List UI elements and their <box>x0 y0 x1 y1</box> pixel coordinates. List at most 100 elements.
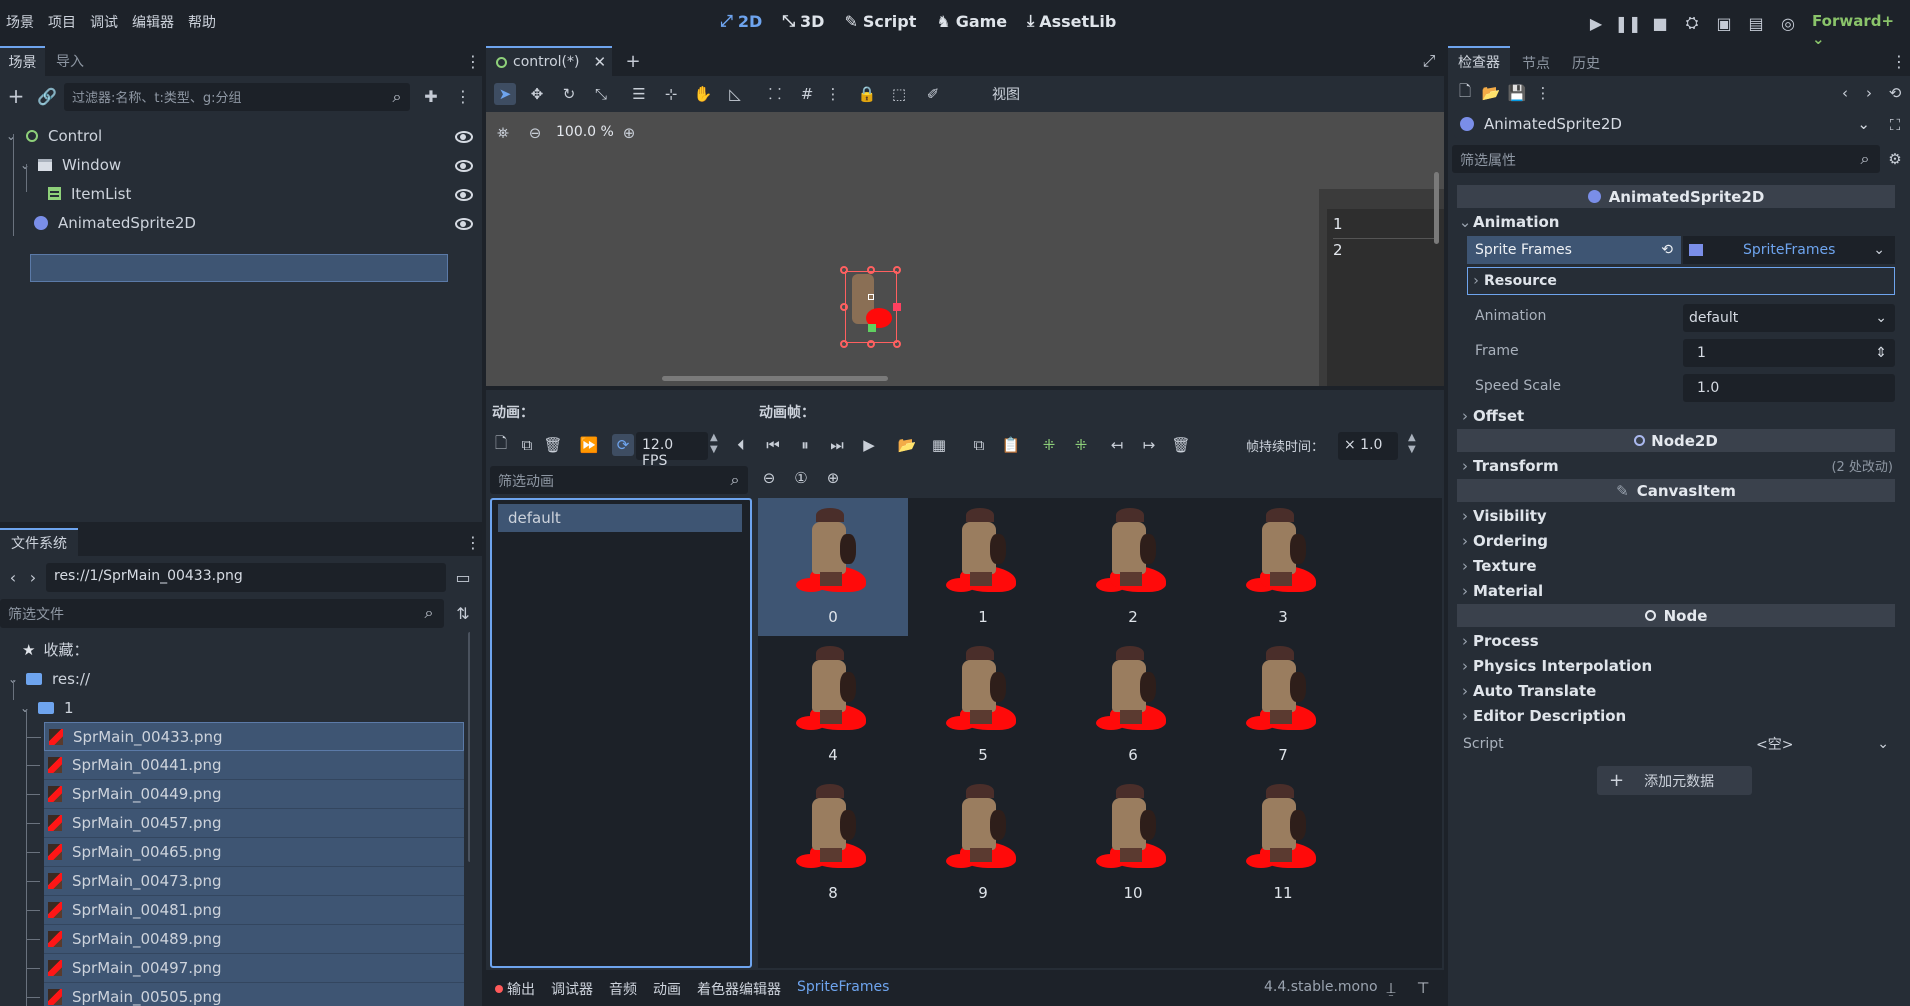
play-custom-icon[interactable]: ▤ <box>1745 12 1767 34</box>
pivot-tool-icon[interactable]: ⊹ <box>660 83 682 105</box>
chevron-down-icon[interactable]: ⌄ <box>20 158 34 172</box>
move-left-icon[interactable]: ↤ <box>1106 434 1128 456</box>
bottom-tab[interactable]: SpriteFrames <box>797 979 889 999</box>
tab-import[interactable]: 导入 <box>56 46 84 76</box>
split-mode-icon[interactable]: ▭ <box>450 564 476 590</box>
file-item[interactable]: SprMain_00457.png <box>26 809 464 838</box>
property-filter-input[interactable]: 筛选属性 <box>1452 145 1880 173</box>
duplicate-animation-icon[interactable]: ⧉ <box>516 434 538 456</box>
bottom-tab[interactable]: 输出 <box>507 979 535 999</box>
section-visibility[interactable]: › Visibility <box>1457 504 1895 527</box>
chevron-down-icon[interactable]: ⌄ <box>8 672 22 686</box>
frame-thumbnail[interactable]: 8 <box>758 774 908 912</box>
group-icon[interactable]: ⬚ <box>888 83 910 105</box>
object-history-icon[interactable]: ⟲ <box>1884 82 1906 104</box>
forward-icon[interactable]: › <box>20 564 46 590</box>
visibility-eye-icon[interactable] <box>455 218 473 230</box>
delete-frame-icon[interactable]: 🗑 <box>1170 434 1192 456</box>
object-selector[interactable]: AnimatedSprite2D ⌄ <box>1454 110 1876 138</box>
menu-item[interactable]: 项目 <box>48 12 76 32</box>
bottom-tab[interactable]: 调试器 <box>551 979 593 999</box>
viewport[interactable]: ⛯ ⊖ 100.0 % ⊕ 1 2 <box>486 112 1444 386</box>
open-resource-icon[interactable]: 📂 <box>1480 82 1502 104</box>
renderer-select[interactable]: Forward+ ⌄ <box>1812 12 1910 48</box>
property-options-icon[interactable]: ⚙ <box>1884 148 1906 170</box>
section-ordering[interactable]: › Ordering <box>1457 529 1895 552</box>
pause-icon[interactable]: ❚❚ <box>1615 12 1642 34</box>
history-forward-icon[interactable]: › <box>1858 82 1880 104</box>
scale-tool-icon[interactable]: ⤡ <box>590 83 612 105</box>
spin-arrows-icon[interactable]: ▲ ▼ <box>710 432 718 456</box>
list-select-icon[interactable]: ☰ <box>628 83 650 105</box>
history-back-icon[interactable]: ‹ <box>1834 82 1856 104</box>
zoom-reset-icon[interactable]: ① <box>790 467 812 489</box>
autoplay-icon[interactable]: ⏩ <box>578 434 600 456</box>
add-animation-icon[interactable]: 🗋 <box>490 434 512 456</box>
movie-icon[interactable]: ◎ <box>1777 12 1799 34</box>
new-resource-icon[interactable]: 🗋 <box>1454 82 1476 104</box>
file-item[interactable]: SprMain_00505.png <box>26 983 464 1006</box>
ruler-tool-icon[interactable]: ◺ <box>724 83 746 105</box>
sort-icon[interactable]: ⇅ <box>450 600 476 626</box>
add-script-icon[interactable]: ✚ <box>418 83 444 109</box>
frame-thumbnail[interactable]: 4 <box>758 636 908 774</box>
select-tool-icon[interactable]: ➤ <box>494 83 516 105</box>
tab-inspector[interactable]: 检查器 <box>1448 46 1510 76</box>
handle[interactable] <box>840 303 848 311</box>
zoom-in-icon[interactable]: ⊕ <box>822 467 844 489</box>
chevron-down-icon[interactable]: ⌄ <box>20 701 34 715</box>
menu-item[interactable]: 编辑器 <box>132 12 174 32</box>
zoom-out-icon[interactable]: ⊖ <box>758 467 780 489</box>
dock-menu-icon[interactable]: ⋮ <box>460 48 486 74</box>
section-transform[interactable]: › Transform (2 处改动) <box>1457 454 1895 477</box>
duration-spinbox[interactable]: × 1.0 <box>1338 432 1398 460</box>
folder-1[interactable]: ⌄ 1 <box>20 693 74 722</box>
play-backwards-start-icon[interactable]: ⏴ <box>730 434 752 456</box>
spin-arrows-icon[interactable]: ▲ ▼ <box>1408 432 1416 456</box>
dock-menu-icon[interactable]: ⋮ <box>460 529 486 555</box>
stop-icon[interactable]: ■ <box>1649 12 1671 34</box>
chevron-down-icon[interactable]: ⌄ <box>1873 242 1885 258</box>
property-value-field[interactable]: 1 ⇕ <box>1683 339 1895 367</box>
save-resource-icon[interactable]: 💾 <box>1506 82 1528 104</box>
handle[interactable] <box>893 266 901 274</box>
zoom-out-icon[interactable]: ⊖ <box>524 122 546 144</box>
handle[interactable] <box>840 340 848 348</box>
section-process[interactable]: › Process <box>1457 629 1895 652</box>
load-frames-icon[interactable]: 📂 <box>896 434 918 456</box>
insert-before-icon[interactable]: ⁜ <box>1038 434 1060 456</box>
file-item[interactable]: SprMain_00441.png <box>26 751 464 780</box>
visibility-eye-icon[interactable] <box>455 160 473 172</box>
handle[interactable] <box>840 266 848 274</box>
bottom-tab[interactable]: 着色器编辑器 <box>697 979 781 999</box>
frame-thumbnail[interactable]: 2 <box>1058 498 1208 636</box>
frame-thumbnail[interactable]: 10 <box>1058 774 1208 912</box>
grid-snap-icon[interactable]: # <box>796 83 818 105</box>
zoom-label[interactable]: 100.0 % <box>556 124 614 140</box>
expand-panel-icon[interactable]: ⊤ <box>1412 977 1434 999</box>
section-physics-interpolation[interactable]: › Physics Interpolation <box>1457 654 1895 677</box>
file-item[interactable]: SprMain_00449.png <box>26 780 464 809</box>
copy-icon[interactable]: ⧉ <box>968 434 990 456</box>
move-right-icon[interactable]: ↦ <box>1138 434 1160 456</box>
workspace-script-button[interactable]: ✎ Script <box>844 11 916 31</box>
center-view-icon[interactable]: ⛯ <box>492 122 514 144</box>
favorites-row[interactable]: ★ 收藏： <box>22 635 88 664</box>
visibility-eye-icon[interactable] <box>455 189 473 201</box>
fps-spinbox[interactable]: 12.0 FPS <box>636 432 708 469</box>
section-texture[interactable]: › Texture <box>1457 554 1895 577</box>
frame-thumbnail[interactable]: 11 <box>1208 774 1358 912</box>
file-item[interactable]: SprMain_00473.png <box>26 867 464 896</box>
add-metadata-button[interactable]: + 添加元数据 <box>1597 766 1752 795</box>
paste-icon[interactable]: 📋 <box>1000 434 1022 456</box>
delete-animation-icon[interactable]: 🗑 <box>542 434 564 456</box>
smart-snap-icon[interactable]: ⸬ <box>764 83 786 105</box>
property-value-field[interactable]: default ⌄ <box>1683 304 1895 332</box>
bottom-tab[interactable]: 音频 <box>609 979 637 999</box>
tree-node-window[interactable]: ⌄ Window <box>20 150 440 179</box>
handle[interactable] <box>867 266 875 274</box>
file-item[interactable]: SprMain_00481.png <box>26 896 464 925</box>
handle[interactable] <box>893 340 901 348</box>
pause-icon[interactable]: ⏸ <box>794 434 816 456</box>
insert-after-icon[interactable]: ⁜ <box>1070 434 1092 456</box>
